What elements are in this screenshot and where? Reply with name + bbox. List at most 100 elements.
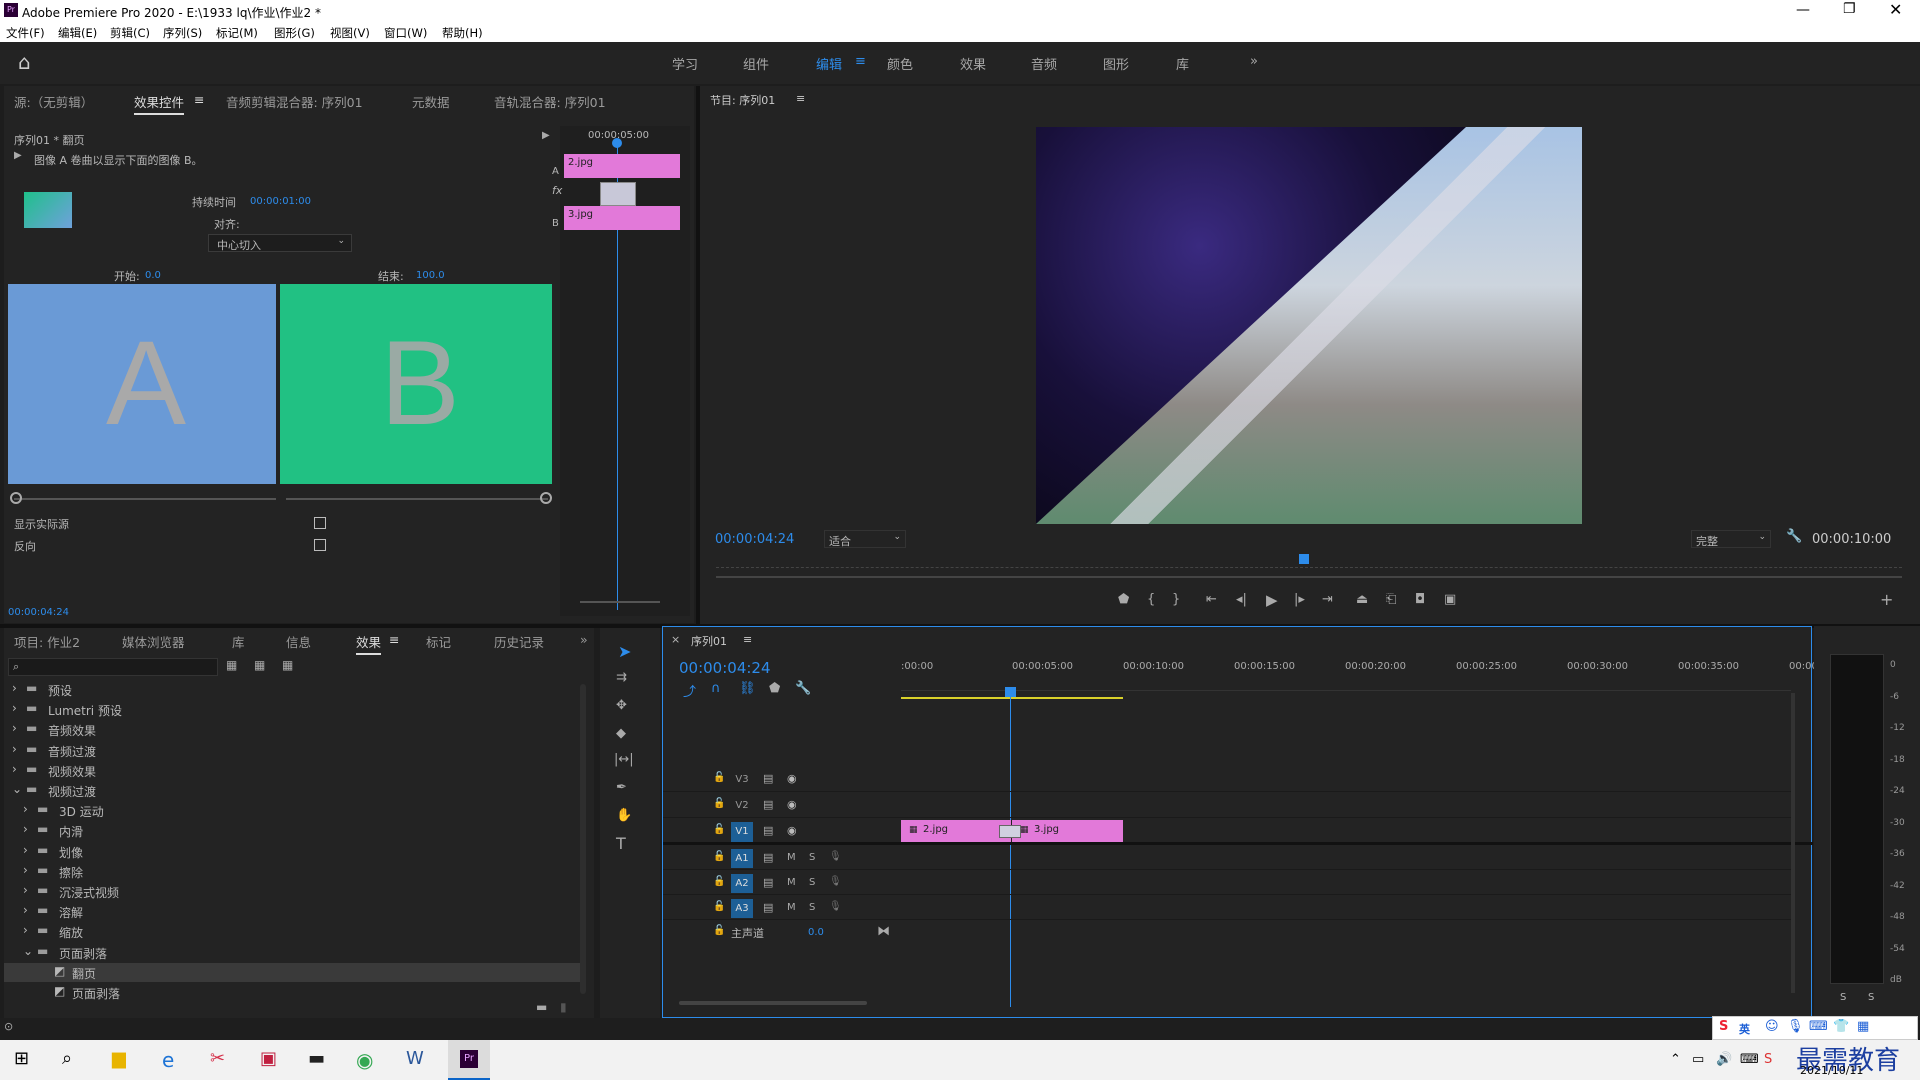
folder-item[interactable]: › ▬ 视频效果 <box>4 761 580 780</box>
mini-clip-a[interactable]: 2.jpg <box>564 154 680 178</box>
fit-dropdown[interactable]: 适合 ⌄ <box>824 530 906 548</box>
timeline-menu-icon[interactable]: ≡ <box>743 633 752 646</box>
timeline-timecode[interactable]: 00:00:04:24 <box>679 659 771 677</box>
lock-icon[interactable]: 🔓 <box>713 901 725 912</box>
chevron-right-icon[interactable]: › <box>23 903 28 917</box>
solo-button[interactable]: S <box>809 902 815 913</box>
go-to-end-icon[interactable]: ⧓ <box>877 924 890 939</box>
folder-item[interactable]: ⌄ ▬ 页面剥落 <box>4 943 580 962</box>
eye-icon[interactable]: ◉ <box>787 824 797 837</box>
timeline-transition[interactable] <box>999 825 1021 838</box>
track-target-a3[interactable]: A3 <box>731 899 753 918</box>
tab-info[interactable]: 信息 <box>286 632 311 651</box>
accelerated-effects-icon[interactable]: ▦ <box>226 658 237 672</box>
effects-menu-icon[interactable]: ≡ <box>389 632 399 647</box>
windows-start-icon[interactable]: ⊞ <box>14 1048 29 1069</box>
program-title[interactable]: 节目: 序列01 <box>710 92 775 108</box>
workspace-effects[interactable]: 效果 <box>960 54 986 73</box>
show-actual-sources-checkbox[interactable] <box>314 517 326 529</box>
solo-button[interactable]: S <box>809 877 815 888</box>
folder-item[interactable]: › ▬ 划像 <box>4 842 580 861</box>
effect-item[interactable]: ◩ 页面剥落 <box>4 983 580 1002</box>
lock-icon[interactable]: 🔓 <box>713 798 725 809</box>
menu-edit[interactable]: 编辑(E) <box>58 25 97 41</box>
chevron-right-icon[interactable]: › <box>23 843 28 857</box>
start-slider[interactable] <box>14 498 276 500</box>
chevron-right-icon[interactable]: › <box>23 923 28 937</box>
network-icon[interactable]: ▭ <box>1692 1052 1704 1067</box>
close-sequence-icon[interactable]: × <box>671 633 680 646</box>
mark-out-icon[interactable]: } <box>1172 592 1180 607</box>
chevron-right-icon[interactable]: › <box>12 701 17 715</box>
solo-button[interactable]: S <box>809 852 815 863</box>
tray-chevron-icon[interactable]: ⌃ <box>1670 1052 1681 1067</box>
extract-icon[interactable]: ⎗ <box>1386 592 1396 607</box>
timeline-playhead-handle[interactable] <box>1005 687 1016 697</box>
mini-transition[interactable] <box>600 182 636 206</box>
lock-icon[interactable]: 🔓 <box>713 824 725 835</box>
razor-tool-icon[interactable]: ◆ <box>616 726 626 741</box>
timeline-settings-icon[interactable]: 🔧 <box>795 681 811 696</box>
tab-effect-controls[interactable]: 效果控件 <box>134 92 185 115</box>
mic-icon[interactable]: 🎙 <box>829 901 842 912</box>
more-workspaces-icon[interactable]: » <box>1250 54 1258 69</box>
workspace-audio[interactable]: 音频 <box>1031 54 1057 73</box>
folder-item[interactable]: › ▬ 音频过渡 <box>4 741 580 760</box>
workspace-graphics[interactable]: 图形 <box>1103 54 1129 73</box>
menu-graphics[interactable]: 图形(G) <box>274 25 315 41</box>
tab-history[interactable]: 历史记录 <box>494 632 544 651</box>
effects-scrollbar[interactable] <box>580 684 586 994</box>
folder-item[interactable]: › ▬ Lumetri 预设 <box>4 700 580 719</box>
chevron-right-icon[interactable]: › <box>12 742 17 756</box>
file-explorer-icon[interactable]: ▆ <box>112 1048 126 1069</box>
go-to-in-icon[interactable]: ⇤ <box>1206 592 1217 607</box>
folder-item[interactable]: › ▬ 缩放 <box>4 922 580 941</box>
lock-icon[interactable]: 🔓 <box>713 876 725 887</box>
end-value[interactable]: 100.0 <box>416 270 445 281</box>
chevron-right-icon[interactable]: › <box>12 721 17 735</box>
snap-icon[interactable]: ∩ <box>711 681 721 696</box>
mute-button[interactable]: M <box>787 877 796 888</box>
marker-icon[interactable]: ⬟ <box>1118 592 1129 607</box>
chevron-down-icon[interactable]: ⌄ <box>23 944 33 958</box>
menu-marker[interactable]: 标记(M) <box>216 25 258 41</box>
wrench-icon[interactable]: 🔧 <box>1786 529 1802 544</box>
program-menu-icon[interactable]: ≡ <box>796 92 805 105</box>
timeline-h-scrollbar[interactable] <box>679 1001 867 1005</box>
maximize-button[interactable]: ❐ <box>1843 1 1856 17</box>
tab-audio-track-mixer[interactable]: 音轨混合器: 序列01 <box>494 92 606 111</box>
menu-file[interactable]: 文件(F) <box>6 25 45 41</box>
camera-icon[interactable]: ◘ <box>1415 592 1425 607</box>
mini-playhead-handle[interactable] <box>612 138 622 148</box>
hand-tool-icon[interactable]: ✋ <box>616 808 632 823</box>
snipping-icon[interactable]: ✂ <box>210 1048 225 1069</box>
workspace-menu-icon[interactable]: ≡ <box>855 54 866 69</box>
tab-media-browser[interactable]: 媒体浏览器 <box>122 632 185 651</box>
folder-item[interactable]: › ▬ 擦除 <box>4 862 580 881</box>
folder-item[interactable]: ⌄ ▬ 视频过渡 <box>4 781 580 800</box>
sogou-icon[interactable]: S <box>1719 1019 1728 1034</box>
lift-icon[interactable]: ⏏ <box>1356 592 1368 607</box>
folder-item[interactable]: › ▬ 音频效果 <box>4 720 580 739</box>
ripple-edit-tool-icon[interactable]: ✥ <box>616 698 627 713</box>
sync-lock-icon[interactable]: ▤ <box>763 772 773 785</box>
search-icon[interactable]: ⌕ <box>62 1048 72 1069</box>
end-slider[interactable] <box>286 498 548 500</box>
tab-project[interactable]: 项目: 作业2 <box>14 632 80 651</box>
align-dropdown[interactable]: 中心切入 ⌄ <box>208 234 352 252</box>
eye-icon[interactable]: ◉ <box>787 798 797 811</box>
meter-solo-left[interactable]: S <box>1840 992 1846 1003</box>
folder-item[interactable]: › ▬ 沉浸式视频 <box>4 882 580 901</box>
32bit-effects-icon[interactable]: ▦ <box>254 658 265 672</box>
nest-icon[interactable]: ⤴ <box>683 681 696 700</box>
track-target-v3[interactable]: V3 <box>731 770 753 790</box>
tab-effects[interactable]: 效果 <box>356 632 382 655</box>
lock-icon[interactable]: 🔓 <box>713 772 725 783</box>
mini-scrollbar[interactable] <box>580 601 660 603</box>
menu-window[interactable]: 窗口(W) <box>384 25 427 41</box>
emoji-icon[interactable]: ☺ <box>1765 1019 1779 1034</box>
terminal-icon[interactable]: ▬ <box>308 1048 325 1069</box>
reverse-checkbox[interactable] <box>314 539 326 551</box>
word-icon[interactable]: W <box>406 1048 424 1069</box>
sync-lock-icon[interactable]: ▤ <box>763 798 773 811</box>
